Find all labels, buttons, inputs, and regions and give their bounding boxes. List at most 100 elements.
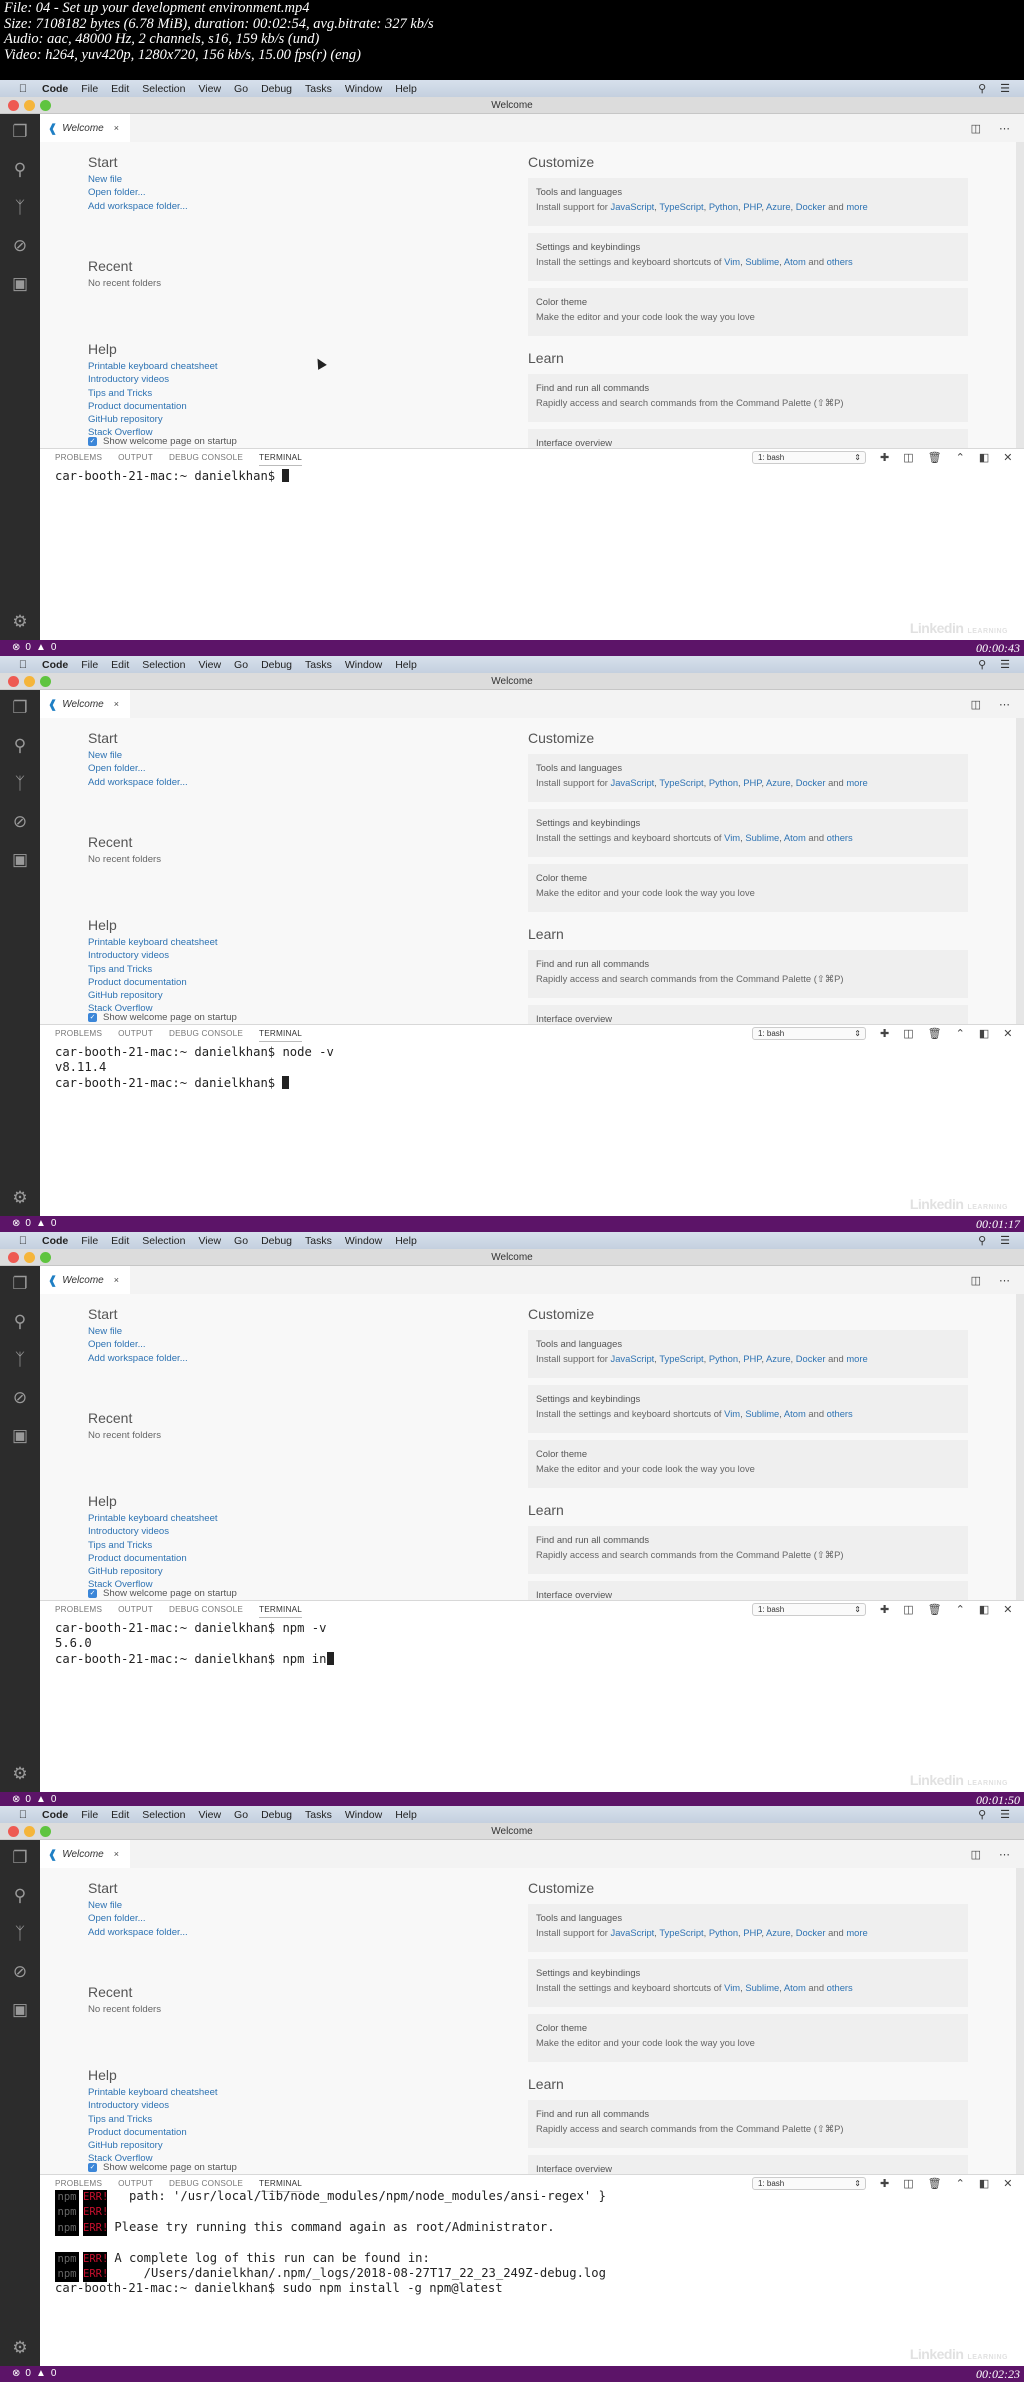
- card-link-sublime[interactable]: Sublime: [745, 1408, 779, 1419]
- welcome-scrollbar[interactable]: [1016, 142, 1024, 448]
- tips-and-tricks-link[interactable]: Tips and Tricks: [88, 963, 488, 976]
- close-panel-icon[interactable]: ✕: [1003, 1603, 1012, 1616]
- introductory-videos-link[interactable]: Introductory videos: [88, 1525, 488, 1538]
- menu-view[interactable]: View: [198, 1235, 221, 1247]
- new-file-link[interactable]: New file: [88, 749, 488, 762]
- terminal-output[interactable]: car-booth-21-mac:~ danielkhan$: [55, 469, 290, 484]
- add-workspace-folder-link[interactable]: Add workspace folder...: [88, 1926, 488, 1939]
- close-panel-icon[interactable]: ✕: [1003, 1027, 1012, 1040]
- card-link-azure[interactable]: Azure: [766, 777, 791, 788]
- problems-status[interactable]: ⊗ 0 ▲ 0: [12, 1794, 56, 1805]
- card-link-vim[interactable]: Vim: [724, 1408, 740, 1419]
- notification-center-icon[interactable]: ☰: [1000, 1234, 1010, 1247]
- notification-center-icon[interactable]: ☰: [1000, 82, 1010, 95]
- menu-help[interactable]: Help: [395, 659, 417, 671]
- tab-debug-console[interactable]: DEBUG CONSOLE: [169, 453, 243, 466]
- menu-debug[interactable]: Debug: [261, 83, 292, 95]
- notification-center-icon[interactable]: ☰: [1000, 1808, 1010, 1821]
- color-theme-card[interactable]: Color theme Make the editor and your cod…: [528, 288, 968, 336]
- tips-and-tricks-link[interactable]: Tips and Tricks: [88, 387, 488, 400]
- search-icon[interactable]: ⚲: [8, 1884, 32, 1908]
- menu-go[interactable]: Go: [234, 83, 248, 95]
- color-theme-card[interactable]: Color theme Make the editor and your cod…: [528, 864, 968, 912]
- keyboard-cheatsheet-link[interactable]: Printable keyboard cheatsheet: [88, 360, 488, 373]
- menu-window[interactable]: Window: [345, 83, 382, 95]
- problems-status[interactable]: ⊗ 0 ▲ 0: [12, 1218, 56, 1229]
- menu-window[interactable]: Window: [345, 659, 382, 671]
- tools-languages-card[interactable]: Tools and languages Install support for …: [528, 1330, 968, 1378]
- spotlight-search-icon[interactable]: ⚲: [978, 658, 986, 671]
- open-folder-link[interactable]: Open folder...: [88, 1912, 488, 1925]
- tips-and-tricks-link[interactable]: Tips and Tricks: [88, 1539, 488, 1552]
- terminal-shell-select[interactable]: 1: bash ⇕: [752, 1027, 866, 1040]
- product-documentation-link[interactable]: Product documentation: [88, 1552, 488, 1565]
- card-link-vim[interactable]: Vim: [724, 256, 740, 267]
- toggle-panel-position-icon[interactable]: ◧: [979, 2177, 989, 2190]
- color-theme-card[interactable]: Color theme Make the editor and your cod…: [528, 2014, 968, 2062]
- menu-window[interactable]: Window: [345, 1809, 382, 1821]
- card-link-python[interactable]: Python: [709, 1353, 738, 1364]
- search-icon[interactable]: ⚲: [8, 734, 32, 758]
- split-terminal-icon[interactable]: ◫: [903, 1027, 913, 1040]
- card-link-docker[interactable]: Docker: [796, 777, 826, 788]
- menu-code[interactable]: Code: [42, 1809, 68, 1821]
- menu-debug[interactable]: Debug: [261, 1235, 292, 1247]
- spotlight-search-icon[interactable]: ⚲: [978, 1808, 986, 1821]
- card-link-docker[interactable]: Docker: [796, 201, 826, 212]
- terminal-output[interactable]: npm ERR! path: '/usr/local/lib/node_modul…: [55, 2189, 606, 2297]
- toggle-panel-position-icon[interactable]: ◧: [979, 1027, 989, 1040]
- tab-terminal[interactable]: TERMINAL: [259, 1029, 302, 1042]
- kill-terminal-icon[interactable]: 🗑: [928, 1027, 942, 1040]
- card-link-php[interactable]: PHP: [743, 1353, 761, 1364]
- new-terminal-icon[interactable]: ✚: [880, 1027, 889, 1040]
- card-link-docker[interactable]: Docker: [796, 1353, 826, 1364]
- gear-icon[interactable]: ⚙: [8, 1762, 32, 1786]
- tab-welcome[interactable]: ❰ Welcome ×: [40, 690, 130, 718]
- card-link-sublime[interactable]: Sublime: [745, 832, 779, 843]
- tips-and-tricks-link[interactable]: Tips and Tricks: [88, 2113, 488, 2126]
- find-commands-card[interactable]: Find and run all commands Rapidly access…: [528, 1526, 968, 1574]
- menu-debug[interactable]: Debug: [261, 659, 292, 671]
- close-panel-icon[interactable]: ✕: [1003, 2177, 1012, 2190]
- card-link-more[interactable]: more: [846, 777, 867, 788]
- menu-code[interactable]: Code: [42, 1235, 68, 1247]
- product-documentation-link[interactable]: Product documentation: [88, 400, 488, 413]
- settings-keybindings-card[interactable]: Settings and keybindings Install the set…: [528, 1385, 968, 1433]
- maximize-panel-icon[interactable]: ⌃: [956, 1027, 965, 1040]
- open-folder-link[interactable]: Open folder...: [88, 186, 488, 199]
- new-terminal-icon[interactable]: ✚: [880, 2177, 889, 2190]
- menu-selection[interactable]: Selection: [142, 659, 185, 671]
- add-workspace-folder-link[interactable]: Add workspace folder...: [88, 1352, 488, 1365]
- explorer-icon[interactable]: ❐: [8, 696, 32, 720]
- menu-edit[interactable]: Edit: [111, 659, 129, 671]
- keyboard-cheatsheet-link[interactable]: Printable keyboard cheatsheet: [88, 2086, 488, 2099]
- maximize-panel-icon[interactable]: ⌃: [956, 2177, 965, 2190]
- checkbox-checked-icon[interactable]: ✓: [88, 1013, 97, 1022]
- menu-file[interactable]: File: [81, 1809, 98, 1821]
- close-icon[interactable]: ×: [114, 1275, 119, 1285]
- menu-window[interactable]: Window: [345, 1235, 382, 1247]
- welcome-scrollbar[interactable]: [1016, 1868, 1024, 2174]
- github-repository-link[interactable]: GitHub repository: [88, 1565, 488, 1578]
- github-repository-link[interactable]: GitHub repository: [88, 989, 488, 1002]
- card-link-typescript[interactable]: TypeScript: [659, 777, 703, 788]
- card-link-sublime[interactable]: Sublime: [745, 256, 779, 267]
- card-link-others[interactable]: others: [827, 1982, 853, 1993]
- add-workspace-folder-link[interactable]: Add workspace folder...: [88, 776, 488, 789]
- checkbox-checked-icon[interactable]: ✓: [88, 437, 97, 446]
- github-repository-link[interactable]: GitHub repository: [88, 2139, 488, 2152]
- apple-icon[interactable]: : [16, 83, 30, 95]
- maximize-panel-icon[interactable]: ⌃: [956, 1603, 965, 1616]
- introductory-videos-link[interactable]: Introductory videos: [88, 373, 488, 386]
- menu-go[interactable]: Go: [234, 659, 248, 671]
- show-welcome-checkbox[interactable]: ✓ Show welcome page on startup: [88, 2162, 237, 2173]
- maximize-panel-icon[interactable]: ⌃: [956, 451, 965, 464]
- card-link-others[interactable]: others: [827, 256, 853, 267]
- card-link-javascript[interactable]: JavaScript: [611, 777, 655, 788]
- card-link-others[interactable]: others: [827, 832, 853, 843]
- menu-code[interactable]: Code: [42, 659, 68, 671]
- tab-output[interactable]: OUTPUT: [118, 1029, 153, 1042]
- split-terminal-icon[interactable]: ◫: [903, 451, 913, 464]
- card-link-atom[interactable]: Atom: [784, 1982, 806, 1993]
- menu-go[interactable]: Go: [234, 1235, 248, 1247]
